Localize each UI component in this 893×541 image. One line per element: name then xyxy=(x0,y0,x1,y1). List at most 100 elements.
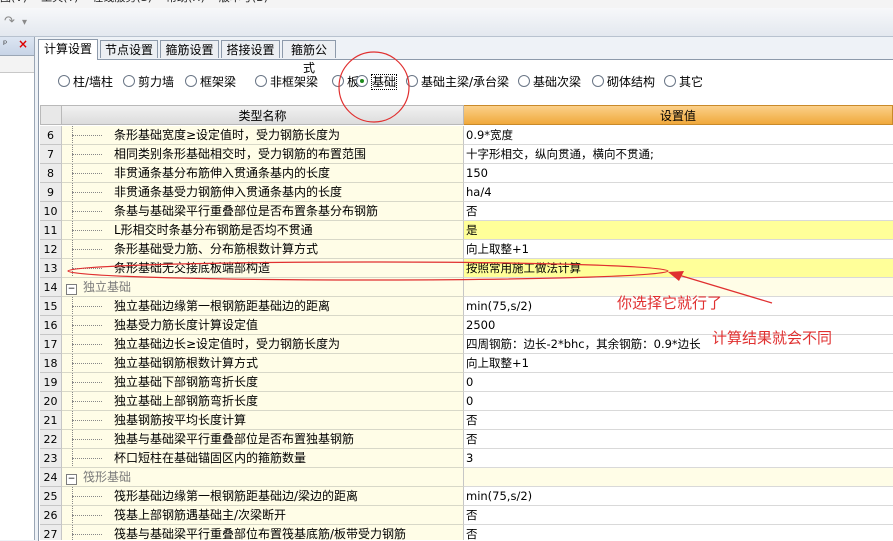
setting-value-cell[interactable]: 150 xyxy=(464,164,893,183)
tab-0[interactable]: 计算设置 xyxy=(38,39,98,60)
setting-value-cell[interactable]: ha/4 xyxy=(464,183,893,202)
setting-value-cell[interactable]: 0 xyxy=(464,392,893,411)
setting-value-cell[interactable]: 否 xyxy=(464,411,893,430)
column-header-value[interactable]: 设置值 xyxy=(464,105,893,125)
radio-unchecked-icon[interactable] xyxy=(406,75,418,87)
radio-unchecked-icon[interactable] xyxy=(185,75,197,87)
table-row[interactable]: 27 筏基与基础梁平行重叠部位布置筏基底筋/板带受力钢筋 否 xyxy=(40,525,893,540)
setting-name-text: L形相交时条基分布钢筋是否均不贯通 xyxy=(114,223,313,237)
radio-label: 框架梁 xyxy=(200,75,237,89)
radio-option[interactable]: 砌体结构 xyxy=(592,73,655,91)
radio-option[interactable]: 非框架梁 xyxy=(255,73,318,91)
radio-unchecked-icon[interactable] xyxy=(332,75,344,87)
tree-line xyxy=(62,240,114,258)
tab-1[interactable]: 节点设置 xyxy=(100,40,158,58)
radio-unchecked-icon[interactable] xyxy=(664,75,676,87)
table-row[interactable]: 13 条形基础无交接底板端部构造 按照常用施工做法计算 xyxy=(40,259,893,278)
table-row[interactable]: 6 条形基础宽度≥设定值时，受力钢筋长度为 0.9*宽度 xyxy=(40,126,893,145)
radio-option[interactable]: 基础次梁 xyxy=(518,73,581,91)
setting-value-cell[interactable]: 3 xyxy=(464,449,893,468)
column-header-name[interactable]: 类型名称 xyxy=(62,105,464,125)
chevron-down-icon[interactable]: ▾ xyxy=(22,17,27,28)
radio-option[interactable]: 其它 xyxy=(664,73,703,91)
setting-name-text: 独立基础上部钢筋弯折长度 xyxy=(114,394,259,408)
setting-value-cell[interactable]: 向上取整+1 xyxy=(464,354,893,373)
pin-icon[interactable]: ᵖ xyxy=(3,39,7,50)
setting-name-cell: 独基与基础梁平行重叠部位是否布置独基钢筋 xyxy=(62,430,464,449)
table-row[interactable]: 9 非贯通条基受力钢筋伸入贯通条基内的长度 ha/4 xyxy=(40,183,893,202)
row-number: 19 xyxy=(40,373,62,392)
setting-value-cell[interactable]: 否 xyxy=(464,525,893,540)
setting-value-cell[interactable]: 否 xyxy=(464,202,893,221)
setting-value-cell[interactable]: 按照常用施工做法计算 xyxy=(464,259,893,278)
tab-2[interactable]: 箍筋设置 xyxy=(160,40,219,58)
settings-grid: 类型名称 设置值 6 条形基础宽度≥设定值时，受力钢筋长度为 0.9*宽度 7 相同类别… xyxy=(40,105,893,540)
table-row[interactable]: 8 非贯通条基分布筋伸入贯通条基内的长度 150 xyxy=(40,164,893,183)
radio-checked-icon[interactable] xyxy=(356,75,368,87)
setting-value-cell[interactable]: 否 xyxy=(464,430,893,449)
table-row[interactable]: 15 独立基础边缘第一根钢筋距基础边的距离 min(75,s/2) xyxy=(40,297,893,316)
radio-unchecked-icon[interactable] xyxy=(58,75,70,87)
table-row[interactable]: 25 筏形基础边缘第一根钢筋距基础边/梁边的距离 min(75,s/2) xyxy=(40,487,893,506)
tree-line xyxy=(62,126,114,144)
table-row[interactable]: 20 独立基础上部钢筋弯折长度 0 xyxy=(40,392,893,411)
setting-name-text: 非贯通条基受力钢筋伸入贯通条基内的长度 xyxy=(114,185,343,199)
row-number: 13 xyxy=(40,259,62,278)
row-number: 15 xyxy=(40,297,62,316)
setting-name-cell: 筏基上部钢筋遇基础主/次梁断开 xyxy=(62,506,464,525)
radio-option[interactable]: 柱/墙柱 xyxy=(58,73,113,91)
close-icon[interactable]: × xyxy=(18,37,28,51)
collapse-icon[interactable]: − xyxy=(66,474,77,485)
group-row[interactable]: 24− 筏形基础 xyxy=(40,468,893,487)
table-row[interactable]: 18 独立基础钢筋根数计算方式 向上取整+1 xyxy=(40,354,893,373)
setting-value-cell[interactable]: 0.9*宽度 xyxy=(464,126,893,145)
setting-name-text: 相同类别条形基础相交时，受力钢筋的布置范围 xyxy=(114,147,367,161)
table-row[interactable]: 23 杯口短柱在基础锚固区内的箍筋数量 3 xyxy=(40,449,893,468)
table-row[interactable]: 11 L形相交时条基分布钢筋是否均不贯通 是 xyxy=(40,221,893,240)
table-row[interactable]: 10 条基与基础梁平行重叠部位是否布置条基分布钢筋 否 xyxy=(40,202,893,221)
radio-label: 基础 xyxy=(371,74,398,90)
setting-name-cell: − 独立基础 xyxy=(62,278,464,297)
table-row[interactable]: 21 独基钢筋按平均长度计算 否 xyxy=(40,411,893,430)
tree-line xyxy=(62,316,114,334)
table-row[interactable]: 26 筏基上部钢筋遇基础主/次梁断开 否 xyxy=(40,506,893,525)
table-row[interactable]: 19 独立基础下部钢筋弯折长度 0 xyxy=(40,373,893,392)
radio-unchecked-icon[interactable] xyxy=(592,75,604,87)
setting-value-cell[interactable]: 十字形相交，纵向贯通，横向不贯通; xyxy=(464,145,893,164)
row-number: 16 xyxy=(40,316,62,335)
radio-option[interactable]: 基础主梁/承台梁 xyxy=(406,73,509,91)
setting-name-text: 独立基础边缘第一根钢筋距基础边的距离 xyxy=(114,299,331,313)
setting-name-text: 筏基上部钢筋遇基础主/次梁断开 xyxy=(114,508,287,522)
setting-name-cell: 独立基础上部钢筋弯折长度 xyxy=(62,392,464,411)
redo-icon[interactable]: ↷ xyxy=(4,14,15,29)
tree-line xyxy=(62,145,114,163)
table-row[interactable]: 12 条形基础受力筋、分布筋根数计算方式 向上取整+1 xyxy=(40,240,893,259)
collapse-icon[interactable]: − xyxy=(66,284,77,295)
setting-value-cell[interactable] xyxy=(464,468,893,487)
setting-value-cell[interactable]: 是 xyxy=(464,221,893,240)
setting-value-cell[interactable]: min(75,s/2) xyxy=(464,487,893,506)
setting-name-text: 杯口短柱在基础锚固区内的箍筋数量 xyxy=(114,451,307,465)
radio-option[interactable]: 框架梁 xyxy=(185,73,236,91)
radio-unchecked-icon[interactable] xyxy=(518,75,530,87)
table-row[interactable]: 7 相同类别条形基础相交时，受力钢筋的布置范围 十字形相交，纵向贯通，横向不贯通; xyxy=(40,145,893,164)
setting-name-text: 条形基础无交接底板端部构造 xyxy=(114,261,271,275)
row-number: 17 xyxy=(40,335,62,354)
setting-value-cell[interactable]: 向上取整+1 xyxy=(464,240,893,259)
radio-unchecked-icon[interactable] xyxy=(123,75,135,87)
tab-3[interactable]: 搭接设置 xyxy=(221,40,280,58)
group-row[interactable]: 14− 独立基础 xyxy=(40,278,893,297)
setting-name-text: 独立基础钢筋根数计算方式 xyxy=(114,356,259,370)
tree-line xyxy=(62,430,114,448)
setting-value-cell[interactable]: 否 xyxy=(464,506,893,525)
radio-unchecked-icon[interactable] xyxy=(255,75,267,87)
radio-option[interactable]: 板 xyxy=(332,73,359,91)
tree-line xyxy=(62,297,114,315)
setting-name-text: 独基与基础梁平行重叠部位是否布置独基钢筋 xyxy=(114,432,355,446)
radio-option[interactable]: 剪力墙 xyxy=(123,73,174,91)
row-number-header xyxy=(40,105,62,125)
tab-4[interactable]: 箍筋公式 xyxy=(282,40,336,75)
setting-value-cell[interactable]: 0 xyxy=(464,373,893,392)
radio-option[interactable]: 基础 xyxy=(356,73,398,91)
table-row[interactable]: 22 独基与基础梁平行重叠部位是否布置独基钢筋 否 xyxy=(40,430,893,449)
